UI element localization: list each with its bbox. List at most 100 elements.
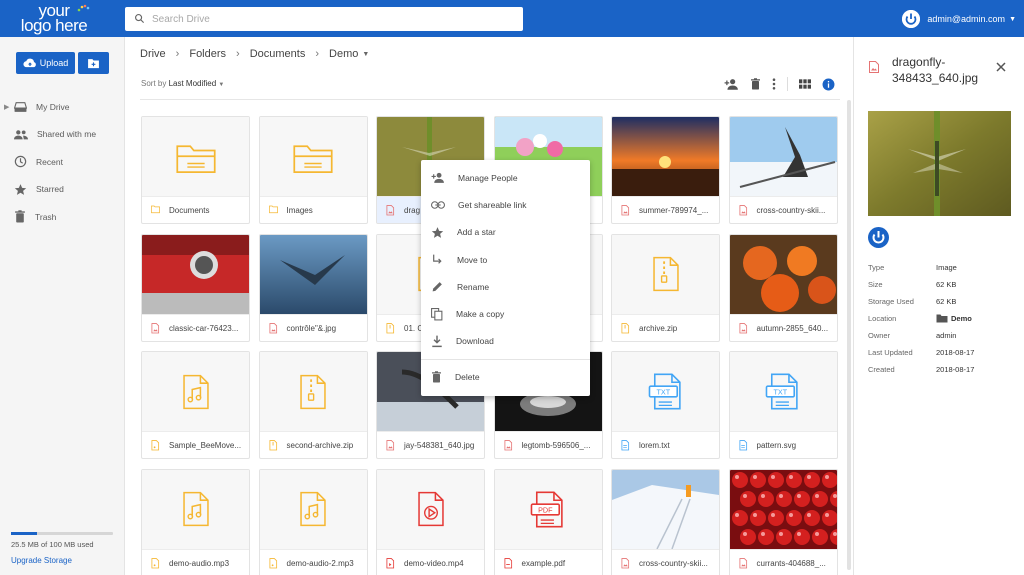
- file-thumbnail: TXT: [612, 352, 719, 431]
- file-footer: demo-video.mp4: [377, 548, 484, 575]
- search-input[interactable]: [152, 7, 512, 31]
- menu-item-download[interactable]: Download: [421, 328, 590, 355]
- file-footer: archive.zip: [612, 313, 719, 341]
- file-thumbnail: [142, 234, 249, 314]
- file-tile[interactable]: TXT pattern.svg: [728, 351, 838, 459]
- file-tile[interactable]: Sample_BeeMove...: [141, 351, 250, 459]
- breadcrumb-item-current[interactable]: Demo: [329, 48, 358, 60]
- prop-value: Image: [936, 263, 957, 272]
- audio-type-icon: [151, 440, 160, 451]
- sidebar-item-shared[interactable]: Shared with me: [0, 121, 124, 149]
- file-footer: lorem.txt: [612, 431, 719, 458]
- file-name: lorem.txt: [639, 441, 670, 450]
- menu-item-label: Add a star: [457, 227, 496, 238]
- toolbar-divider: [787, 77, 788, 91]
- grid-view-icon[interactable]: [799, 79, 811, 89]
- person-add-icon[interactable]: [724, 78, 739, 90]
- sidebar-item-recent[interactable]: Recent: [0, 148, 124, 176]
- breadcrumb-item[interactable]: Folders: [189, 48, 226, 60]
- owner-avatar[interactable]: [868, 227, 889, 248]
- breadcrumb-item[interactable]: Documents: [250, 48, 306, 60]
- breadcrumb-item[interactable]: Drive: [140, 48, 166, 60]
- more-vert-icon[interactable]: [772, 78, 776, 90]
- file-tile[interactable]: demo-video.mp4: [376, 468, 485, 575]
- file-name: Images: [286, 206, 313, 215]
- sidebar-item-starred[interactable]: Starred: [0, 176, 124, 204]
- photo-thumbnail: [729, 234, 837, 314]
- text-type-icon: [621, 440, 630, 451]
- file-footer: second-archive.zip: [259, 431, 367, 458]
- file-tile[interactable]: summer-789974_...: [611, 116, 720, 224]
- file-tile[interactable]: TXT lorem.txt: [611, 351, 720, 459]
- upload-button[interactable]: Upload: [16, 52, 75, 74]
- search-box[interactable]: [125, 7, 523, 31]
- file-footer: cross-country-skii...: [612, 548, 719, 575]
- svg-text:PDF: PDF: [538, 505, 553, 514]
- file-tile[interactable]: cross-country-skii...: [728, 116, 838, 224]
- menu-item-label: Delete: [455, 371, 480, 382]
- file-name: drag: [404, 206, 421, 215]
- menu-item-manage-people[interactable]: Manage People: [421, 164, 590, 191]
- prop-value-location[interactable]: Demo: [936, 314, 972, 323]
- logo[interactable]: your logo here: [18, 2, 90, 34]
- file-tile[interactable]: second-archive.zip: [258, 351, 368, 459]
- menu-item-delete[interactable]: Delete: [421, 363, 590, 390]
- audio-file-icon: [182, 491, 209, 527]
- prop-value: 2018-08-17: [936, 348, 975, 357]
- file-tile[interactable]: contrôle"&.jpg: [258, 233, 368, 342]
- file-tile[interactable]: classic-car-76423...: [141, 233, 250, 342]
- prop-key: Type: [868, 263, 885, 272]
- clock-icon: [14, 156, 27, 168]
- file-tile[interactable]: autumn-2855_640...: [728, 233, 838, 342]
- sort-control[interactable]: Sort by Last Modified ▼: [141, 79, 224, 88]
- pdf-type-icon: [503, 557, 512, 568]
- folder-icon: [936, 314, 948, 323]
- new-folder-button[interactable]: [78, 52, 109, 74]
- photo-thumbnail: [612, 117, 719, 196]
- expand-arrow-icon[interactable]: ▶: [4, 103, 9, 111]
- chevron-down-icon[interactable]: ▼: [362, 51, 369, 58]
- file-thumbnail: [612, 469, 719, 549]
- folder-tile[interactable]: Images: [258, 116, 368, 224]
- close-icon[interactable]: [996, 62, 1006, 72]
- file-tile[interactable]: cross-country-skii...: [611, 468, 720, 575]
- menu-item-rename[interactable]: Rename: [421, 273, 590, 300]
- sidebar-item-trash[interactable]: Trash: [0, 203, 124, 231]
- file-tile[interactable]: currants-404688_...: [728, 468, 838, 575]
- file-tile[interactable]: archive.zip: [611, 233, 720, 342]
- scrollbar[interactable]: [847, 100, 851, 570]
- prop-owner: Owner admin: [868, 327, 1018, 344]
- image-type-icon: [386, 440, 395, 451]
- prop-key: Owner: [868, 331, 891, 340]
- file-tile[interactable]: PDF example.pdf: [493, 468, 603, 575]
- file-name: jay-548381_640.jpg: [404, 441, 475, 450]
- file-thumbnail: [259, 469, 367, 549]
- menu-item-move-to[interactable]: Move to: [421, 246, 590, 273]
- toolbar: [724, 77, 835, 91]
- archive-type-icon: [268, 440, 277, 451]
- file-footer: pattern.svg: [729, 431, 837, 458]
- audio-file-icon: [300, 491, 326, 527]
- info-icon[interactable]: [822, 78, 835, 91]
- file-footer: autumn-2855_640...: [729, 313, 837, 341]
- file-tile[interactable]: demo-audio-2.mp3: [258, 468, 368, 575]
- menu-item-label: Make a copy: [456, 309, 505, 320]
- menu-item-make-copy[interactable]: Make a copy: [421, 300, 590, 327]
- sidebar-item-my-drive[interactable]: ▶ My Drive: [0, 93, 124, 121]
- account-menu[interactable]: admin@admin.com ▼: [902, 9, 1016, 29]
- file-thumbnail: [259, 117, 367, 196]
- folder-tile[interactable]: Documents: [141, 116, 250, 224]
- trash-icon[interactable]: [750, 78, 761, 90]
- location-name: Demo: [951, 314, 972, 323]
- file-thumbnail: [142, 117, 249, 196]
- file-tile[interactable]: demo-audio.mp3: [141, 468, 250, 575]
- file-footer: contrôle"&.jpg: [259, 313, 367, 341]
- menu-item-shareable-link[interactable]: Get shareable link: [421, 191, 590, 218]
- photo-thumbnail: [729, 117, 837, 196]
- upgrade-storage-link[interactable]: Upgrade Storage: [11, 556, 113, 565]
- menu-item-add-star[interactable]: Add a star: [421, 219, 590, 246]
- upload-label: Upload: [39, 58, 69, 68]
- menu-divider: [421, 359, 590, 361]
- file-thumbnail: [729, 117, 837, 196]
- sort-value[interactable]: Last Modified: [169, 79, 217, 88]
